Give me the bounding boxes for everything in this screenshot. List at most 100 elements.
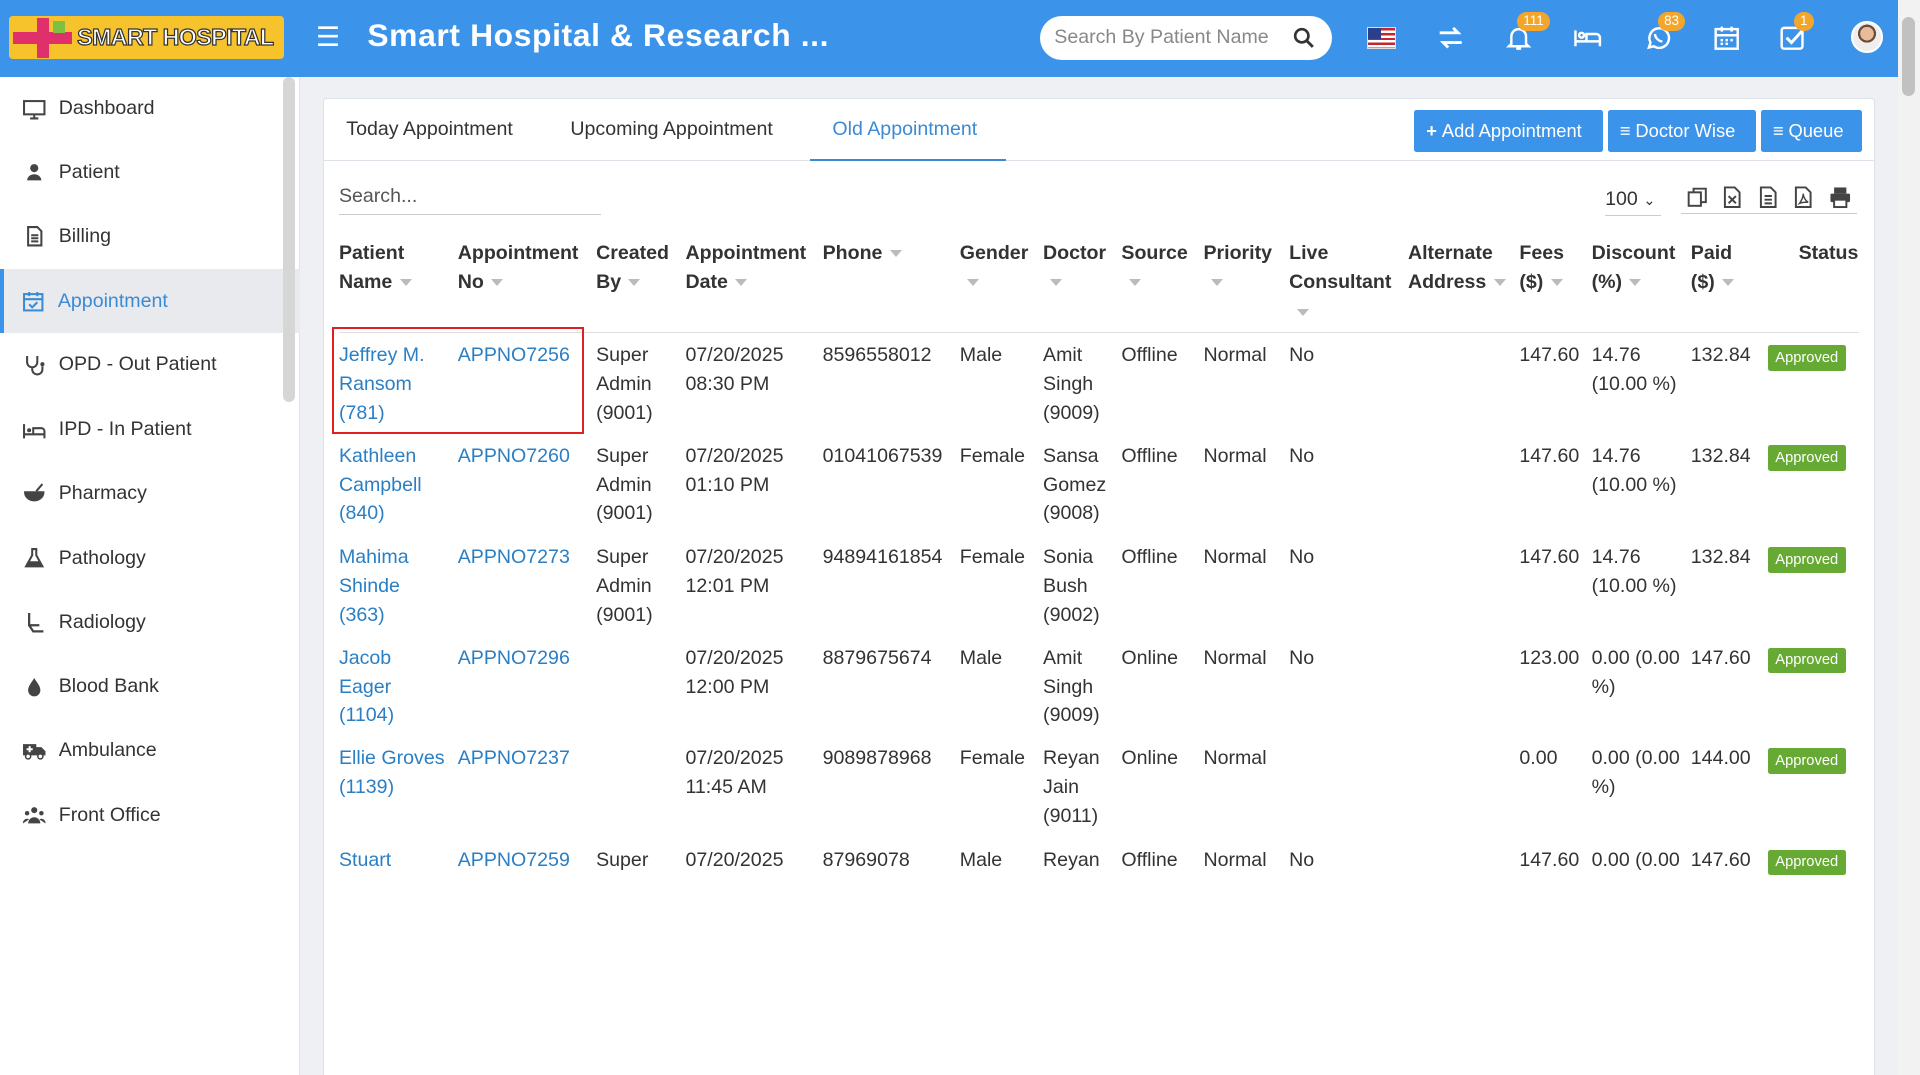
cell-doctor: Reyan: [1043, 848, 1100, 871]
cell-created: Super Admin (9001): [596, 546, 653, 626]
monitor-icon: [23, 99, 46, 120]
user-avatar[interactable]: [1851, 20, 1884, 53]
scrollbar-thumb[interactable]: [1901, 17, 1916, 96]
doctor-wise-button[interactable]: ≡ Doctor Wise: [1607, 109, 1756, 152]
queue-button[interactable]: ≡ Queue: [1760, 109, 1863, 152]
cell-phone: 94894161854: [822, 546, 943, 569]
sidebar-item-appointment[interactable]: Appointment: [0, 269, 300, 334]
sidebar-item-blood-bank[interactable]: Blood Bank: [0, 655, 300, 719]
drop-icon: [28, 677, 41, 697]
col-created-by[interactable]: Created By: [596, 239, 669, 298]
sort-icon: [889, 249, 902, 257]
cell-discount: 14.76 (10.00 %): [1591, 444, 1677, 496]
print-icon[interactable]: [1828, 185, 1852, 209]
cell-date: 07/20/2025 12:01 PM: [685, 546, 784, 598]
cell-priority: Normal: [1203, 747, 1267, 770]
sort-icon: [1493, 279, 1506, 286]
tasks-icon[interactable]: 1: [1777, 12, 1814, 54]
sidebar-item-billing[interactable]: Billing: [0, 204, 300, 268]
cell-source: Offline: [1121, 444, 1178, 467]
patient-search-input[interactable]: [1054, 26, 1281, 50]
sidebar-item-ambulance[interactable]: Ambulance: [0, 719, 300, 783]
pdf-icon[interactable]: [1791, 185, 1815, 209]
col-phone[interactable]: Phone: [823, 239, 902, 268]
sidebar-item-label: Ambulance: [58, 739, 157, 762]
col-source[interactable]: Source: [1121, 239, 1188, 298]
whatsapp-icon[interactable]: 83: [1643, 12, 1686, 54]
export-divider: [1681, 212, 1858, 215]
tab-upcoming-appointment[interactable]: Upcoming Appointment: [570, 99, 772, 161]
sidebar-item-label: Patient: [58, 161, 120, 184]
bed-icon[interactable]: [1572, 22, 1604, 54]
cell-phone: 87969078: [822, 848, 910, 871]
cell-doctor: Sonia Bush (9002): [1043, 546, 1100, 626]
cell-appt[interactable]: APPNO7296: [458, 644, 570, 673]
sidebar-scrollbar[interactable]: [282, 77, 296, 402]
cell-appt[interactable]: APPNO7273: [458, 543, 570, 572]
cell-appt[interactable]: APPNO7259: [458, 846, 570, 875]
col-priority[interactable]: Priority: [1203, 239, 1272, 298]
col-patient-name[interactable]: Patient Name: [339, 239, 412, 298]
stethoscope-icon: [26, 355, 45, 376]
highlight-box: [331, 326, 584, 435]
calendar-check-icon: [23, 292, 44, 312]
cell-priority: Normal: [1203, 344, 1267, 367]
col-fees[interactable]: Fees ($): [1519, 239, 1564, 298]
logo-cross-icon: [9, 16, 78, 59]
calendar-icon[interactable]: [1711, 22, 1743, 54]
col-status[interactable]: Status: [1799, 239, 1859, 268]
status-badge: Approved: [1767, 445, 1846, 472]
page-scrollbar[interactable]: [1897, 0, 1920, 1075]
hospital-logo[interactable]: SMART HOSPITAL: [8, 15, 285, 59]
sidebar-item-opd[interactable]: OPD - Out Patient: [0, 333, 300, 397]
col-gender[interactable]: Gender: [960, 239, 1028, 298]
cell-priority: Normal: [1203, 848, 1267, 871]
col-paid[interactable]: Paid ($): [1691, 239, 1735, 298]
page-size-select[interactable]: 100 ⌄: [1605, 188, 1662, 216]
table-search-input[interactable]: [338, 184, 601, 215]
col-appointment-date[interactable]: Appointment Date: [685, 239, 806, 298]
sort-icon: [1296, 308, 1309, 316]
cell-discount: 14.76 (10.00 %): [1591, 344, 1677, 396]
cell-name[interactable]: Kathleen Campbell (840): [339, 442, 422, 528]
sidebar-item-radiology[interactable]: Radiology: [0, 590, 300, 654]
hamburger-menu-icon[interactable]: ☰: [316, 24, 340, 51]
sidebar-item-patient[interactable]: Patient: [0, 141, 300, 205]
bell-icon[interactable]: 111: [1502, 12, 1550, 54]
col-doctor[interactable]: Doctor: [1043, 239, 1106, 298]
sidebar-item-ipd[interactable]: IPD - In Patient: [0, 398, 300, 462]
copy-icon[interactable]: [1685, 185, 1709, 209]
switch-icon[interactable]: [1435, 22, 1467, 54]
us-flag-icon[interactable]: [1366, 26, 1396, 49]
cell-date: 07/20/2025 08:30 PM: [685, 344, 784, 396]
cell-appt[interactable]: APPNO7237: [458, 744, 570, 773]
list-icon: ≡: [1619, 119, 1631, 141]
sidebar-item-pathology[interactable]: Pathology: [0, 527, 300, 591]
sidebar-item-label: Front Office: [58, 804, 161, 826]
sidebar-item-dashboard[interactable]: Dashboard: [0, 77, 300, 141]
sidebar-item-pharmacy[interactable]: Pharmacy: [0, 462, 300, 526]
search-icon[interactable]: [1293, 27, 1315, 49]
file-icon: [27, 226, 43, 247]
col-alternate-address[interactable]: Alternate Address: [1408, 239, 1506, 298]
tab-old-appointment[interactable]: Old Appointment: [810, 99, 1007, 162]
col-live-consultant[interactable]: Live Consultant: [1289, 239, 1391, 327]
patient-search: [1039, 15, 1333, 60]
sidebar-item-front-office[interactable]: Front Office: [0, 784, 300, 848]
bed-icon: [23, 423, 46, 438]
cell-name[interactable]: Ellie Groves (1139): [339, 744, 445, 802]
sort-icon: [1050, 279, 1063, 286]
col-discount[interactable]: Discount (%): [1592, 239, 1676, 298]
cell-name[interactable]: Jacob Eager (1104): [339, 644, 394, 730]
cell-appt[interactable]: APPNO7260: [458, 442, 570, 471]
cell-name[interactable]: Stuart: [339, 846, 391, 875]
col-appointment-no[interactable]: Appointment No: [458, 239, 579, 298]
add-appointment-button[interactable]: + Add Appointment: [1414, 109, 1603, 152]
sort-icon: [1629, 279, 1642, 286]
tab-today-appointment[interactable]: Today Appointment: [346, 99, 513, 161]
cell-name[interactable]: Mahima Shinde (363): [339, 543, 409, 629]
sidebar-item-label: Radiology: [58, 610, 146, 633]
csv-icon[interactable]: [1756, 185, 1780, 209]
cell-priority: Normal: [1203, 646, 1267, 669]
excel-icon[interactable]: [1720, 185, 1744, 209]
